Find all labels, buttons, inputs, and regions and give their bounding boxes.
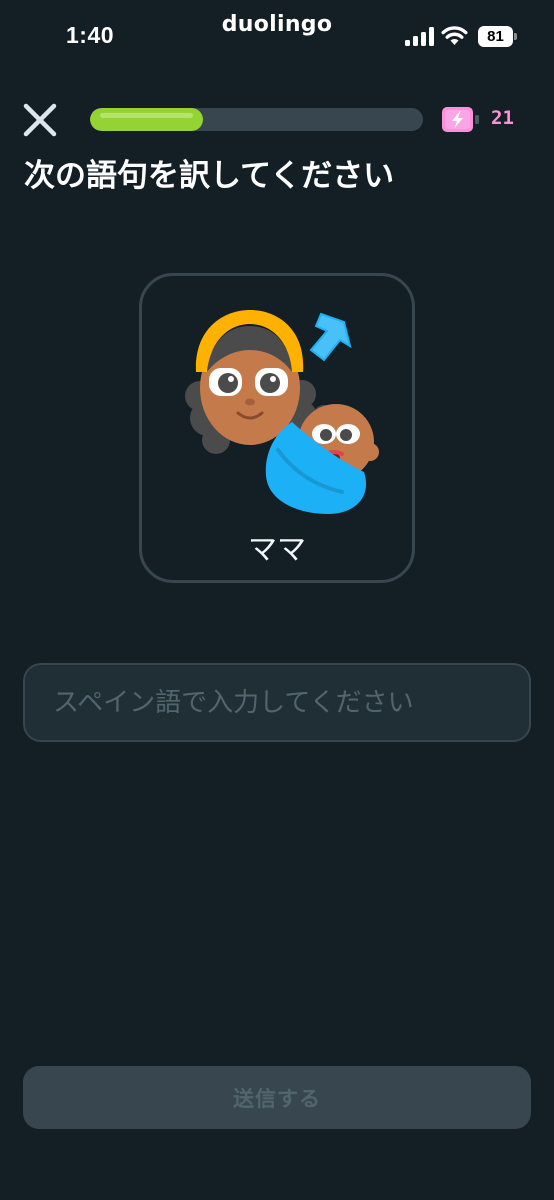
lesson-progress-fill (90, 108, 204, 131)
battery-icon: 81 (478, 26, 517, 47)
close-icon (23, 103, 57, 137)
status-bar: 1:40 duolingo 81 (0, 0, 554, 70)
close-button[interactable] (22, 102, 58, 138)
instruction-title: 次の語句を訳してください (24, 158, 395, 194)
lesson-screen: 1:40 duolingo 81 21 次の語句を訳してください ママ スペイン… (0, 0, 554, 1200)
energy-count: 21 (491, 107, 514, 129)
wifi-icon (441, 26, 468, 45)
lesson-progress-bar (90, 108, 423, 131)
audio-arrow-icon (309, 312, 352, 362)
energy-bolt-icon (442, 107, 479, 132)
answer-input[interactable] (23, 663, 531, 742)
card-word: ママ (247, 532, 306, 566)
app-brand: duolingo (221, 12, 333, 37)
submit-button[interactable]: 送信する (23, 1066, 531, 1129)
signal-icon (405, 27, 434, 46)
battery-level: 81 (487, 28, 504, 45)
mother-and-baby-illustration (185, 310, 379, 514)
vocabulary-card[interactable]: ママ (139, 273, 415, 583)
